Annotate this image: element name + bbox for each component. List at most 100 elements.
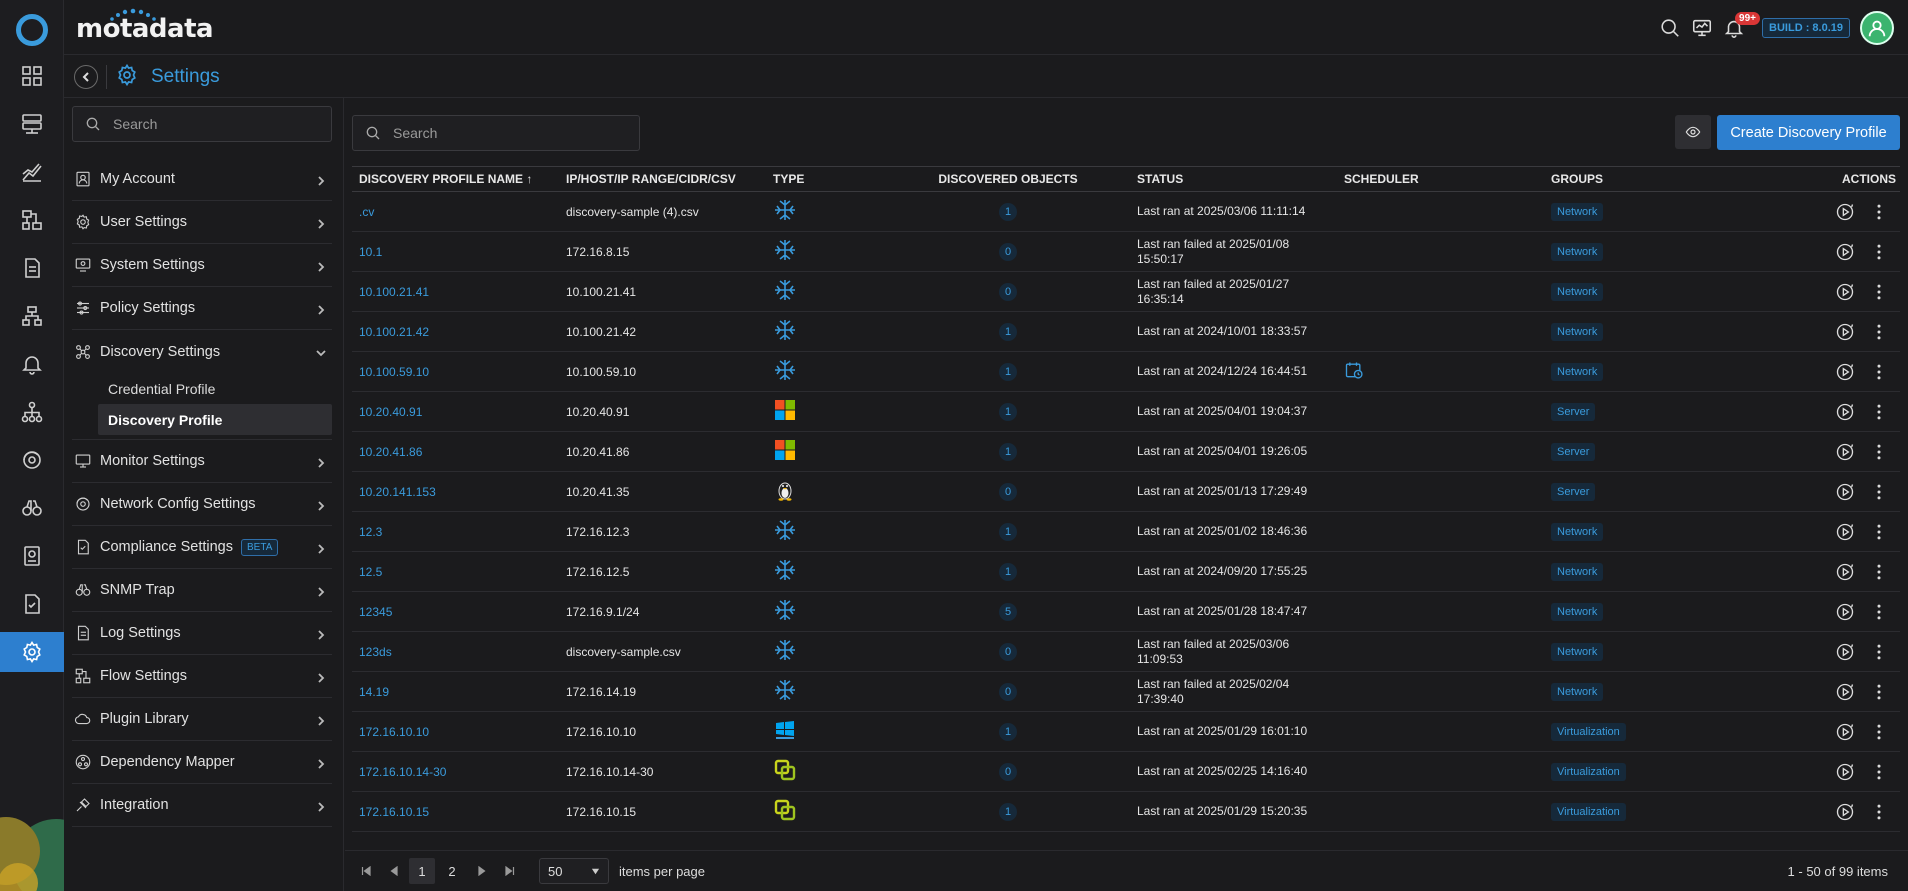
sidebar-item-network-config-settings[interactable]: Network Config Settings bbox=[72, 483, 332, 526]
column-visibility-button[interactable] bbox=[1675, 115, 1711, 149]
run-discovery-icon[interactable] bbox=[1834, 281, 1856, 303]
discovered-count-badge[interactable]: 0 bbox=[999, 682, 1017, 701]
run-discovery-icon[interactable] bbox=[1834, 481, 1856, 503]
sidebar-search[interactable] bbox=[72, 106, 332, 142]
profile-name-link[interactable]: 12345 bbox=[359, 605, 392, 619]
sidebar-item-log-settings[interactable]: Log Settings bbox=[72, 612, 332, 655]
run-discovery-icon[interactable] bbox=[1834, 241, 1856, 263]
rail-dashboard-icon[interactable] bbox=[0, 56, 64, 96]
discovered-count-badge[interactable]: 1 bbox=[999, 722, 1017, 741]
rail-config-icon[interactable] bbox=[0, 440, 64, 480]
more-options-icon[interactable] bbox=[1868, 761, 1890, 783]
run-discovery-icon[interactable] bbox=[1834, 441, 1856, 463]
more-options-icon[interactable] bbox=[1868, 281, 1890, 303]
back-button[interactable] bbox=[74, 64, 98, 89]
run-discovery-icon[interactable] bbox=[1834, 801, 1856, 823]
page-number-button[interactable]: 2 bbox=[439, 858, 465, 884]
more-options-icon[interactable] bbox=[1868, 241, 1890, 263]
rail-hierarchy-icon[interactable] bbox=[0, 392, 64, 432]
more-options-icon[interactable] bbox=[1868, 561, 1890, 583]
sidebar-subitem-credential-profile[interactable]: Credential Profile bbox=[72, 373, 332, 404]
more-options-icon[interactable] bbox=[1868, 441, 1890, 463]
rail-alert-icon[interactable] bbox=[0, 344, 64, 384]
discovered-count-badge[interactable]: 1 bbox=[999, 402, 1017, 421]
last-page-button[interactable] bbox=[499, 858, 521, 884]
profile-name-link[interactable]: 14.19 bbox=[359, 685, 389, 699]
more-options-icon[interactable] bbox=[1868, 721, 1890, 743]
brand-logo[interactable]: motadata bbox=[76, 14, 214, 44]
discovered-count-badge[interactable]: 1 bbox=[999, 522, 1017, 541]
sidebar-item-policy-settings[interactable]: Policy Settings bbox=[72, 287, 332, 330]
profile-name-link[interactable]: 10.100.21.42 bbox=[359, 325, 429, 339]
discovered-count-badge[interactable]: 0 bbox=[999, 482, 1017, 501]
profile-name-link[interactable]: 12.3 bbox=[359, 525, 382, 539]
more-options-icon[interactable] bbox=[1868, 601, 1890, 623]
profile-name-link[interactable]: .cv bbox=[359, 205, 374, 219]
run-discovery-icon[interactable] bbox=[1834, 321, 1856, 343]
page-size-select[interactable]: 50 bbox=[539, 858, 609, 884]
scheduler-calendar-icon[interactable] bbox=[1344, 362, 1364, 383]
run-discovery-icon[interactable] bbox=[1834, 641, 1856, 663]
rail-server-icon[interactable] bbox=[0, 104, 64, 144]
profile-name-link[interactable]: 123ds bbox=[359, 645, 392, 659]
sidebar-item-my-account[interactable]: My Account bbox=[72, 158, 332, 201]
sidebar-item-user-settings[interactable]: User Settings bbox=[72, 201, 332, 244]
rail-network-icon[interactable] bbox=[0, 296, 64, 336]
discovered-count-badge[interactable]: 1 bbox=[999, 322, 1017, 341]
run-discovery-icon[interactable] bbox=[1834, 401, 1856, 423]
more-options-icon[interactable] bbox=[1868, 321, 1890, 343]
rail-audit-icon[interactable] bbox=[0, 536, 64, 576]
profile-name-link[interactable]: 172.16.10.15 bbox=[359, 805, 429, 819]
profile-name-link[interactable]: 10.20.40.91 bbox=[359, 405, 422, 419]
more-options-icon[interactable] bbox=[1868, 801, 1890, 823]
more-options-icon[interactable] bbox=[1868, 521, 1890, 543]
sidebar-item-integration[interactable]: Integration bbox=[72, 784, 332, 827]
table-search-input[interactable] bbox=[393, 125, 623, 141]
sidebar-search-input[interactable] bbox=[113, 116, 313, 132]
column-header-discovery-profile-name[interactable]: DISCOVERY PROFILE NAME ↑ bbox=[352, 172, 559, 186]
app-logo-icon[interactable] bbox=[16, 14, 48, 46]
sidebar-item-discovery-settings[interactable]: Discovery Settings bbox=[72, 330, 332, 373]
discovered-count-badge[interactable]: 0 bbox=[999, 642, 1017, 661]
run-discovery-icon[interactable] bbox=[1834, 601, 1856, 623]
discovered-count-badge[interactable]: 1 bbox=[999, 802, 1017, 821]
profile-name-link[interactable]: 12.5 bbox=[359, 565, 382, 579]
discovered-count-badge[interactable]: 1 bbox=[999, 562, 1017, 581]
more-options-icon[interactable] bbox=[1868, 641, 1890, 663]
rail-compliance-icon[interactable] bbox=[0, 584, 64, 624]
rail-metrics-icon[interactable] bbox=[0, 152, 64, 192]
rail-report-icon[interactable] bbox=[0, 248, 64, 288]
sidebar-item-monitor-settings[interactable]: Monitor Settings bbox=[72, 440, 332, 483]
rail-topology-icon[interactable] bbox=[0, 200, 64, 240]
profile-name-link[interactable]: 10.20.41.86 bbox=[359, 445, 422, 459]
discovered-count-badge[interactable]: 0 bbox=[999, 282, 1017, 301]
search-icon[interactable] bbox=[1654, 12, 1686, 44]
run-discovery-icon[interactable] bbox=[1834, 721, 1856, 743]
profile-name-link[interactable]: 10.20.141.153 bbox=[359, 485, 436, 499]
rail-binocular-icon[interactable] bbox=[0, 488, 64, 528]
first-page-button[interactable] bbox=[355, 858, 377, 884]
profile-name-link[interactable]: 172.16.10.10 bbox=[359, 725, 429, 739]
next-page-button[interactable] bbox=[471, 858, 493, 884]
notification-bell-icon[interactable]: 99+ bbox=[1718, 11, 1760, 44]
run-discovery-icon[interactable] bbox=[1834, 521, 1856, 543]
monitor-display-icon[interactable] bbox=[1686, 12, 1718, 44]
more-options-icon[interactable] bbox=[1868, 201, 1890, 223]
prev-page-button[interactable] bbox=[383, 858, 405, 884]
run-discovery-icon[interactable] bbox=[1834, 681, 1856, 703]
discovered-count-badge[interactable]: 5 bbox=[999, 602, 1017, 621]
more-options-icon[interactable] bbox=[1868, 481, 1890, 503]
run-discovery-icon[interactable] bbox=[1834, 361, 1856, 383]
table-search[interactable] bbox=[352, 115, 640, 151]
sidebar-item-system-settings[interactable]: System Settings bbox=[72, 244, 332, 287]
rail-settings-icon[interactable] bbox=[0, 632, 64, 672]
sidebar-item-compliance-settings[interactable]: Compliance Settings BETA bbox=[72, 526, 332, 569]
profile-name-link[interactable]: 10.1 bbox=[359, 245, 382, 259]
sidebar-item-flow-settings[interactable]: Flow Settings bbox=[72, 655, 332, 698]
profile-name-link[interactable]: 10.100.21.41 bbox=[359, 285, 429, 299]
discovered-count-badge[interactable]: 1 bbox=[999, 202, 1017, 221]
sidebar-subitem-discovery-profile[interactable]: Discovery Profile bbox=[98, 404, 332, 435]
discovered-count-badge[interactable]: 1 bbox=[999, 362, 1017, 381]
run-discovery-icon[interactable] bbox=[1834, 561, 1856, 583]
run-discovery-icon[interactable] bbox=[1834, 201, 1856, 223]
